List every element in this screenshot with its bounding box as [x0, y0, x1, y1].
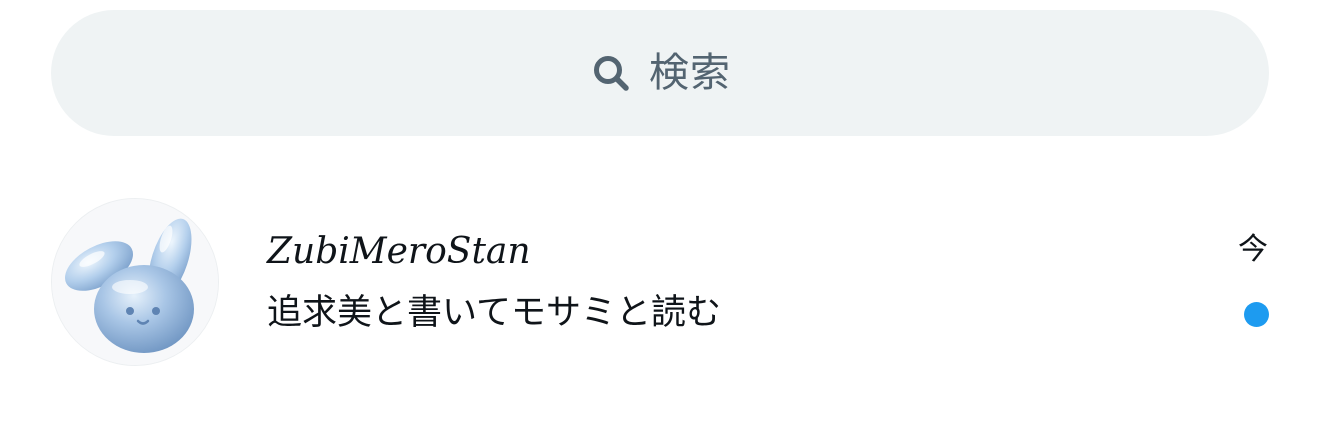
- dm-inbox: 検索 ZubiMeroStan 追求美と書いてモサミと読む 今: [0, 0, 1320, 439]
- bunny-avatar-icon: [52, 199, 218, 365]
- search-placeholder: 検索: [649, 50, 731, 96]
- conversation-message-preview: 追求美と書いてモサミと読む: [267, 293, 721, 333]
- avatar[interactable]: [51, 198, 219, 366]
- unread-indicator-icon: [1244, 302, 1269, 327]
- search-bar[interactable]: 検索: [51, 10, 1269, 136]
- conversation-row[interactable]: ZubiMeroStan 追求美と書いてモサミと読む 今: [0, 186, 1320, 376]
- conversation-timestamp: 今: [1238, 232, 1268, 267]
- search-icon: [589, 51, 633, 95]
- conversation-display-name: ZubiMeroStan: [267, 231, 531, 272]
